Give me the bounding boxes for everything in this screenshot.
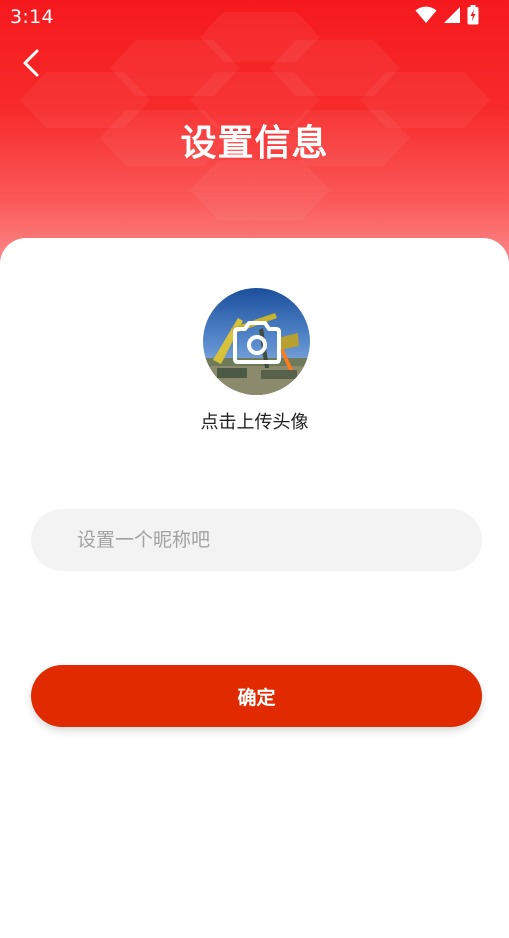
cellular-signal-icon	[443, 6, 461, 28]
avatar-caption: 点击上传头像	[200, 412, 309, 433]
status-time: 3:14	[10, 6, 54, 28]
confirm-button[interactable]: 确定	[31, 665, 482, 727]
nickname-field[interactable]	[31, 509, 482, 571]
header-background: 3:14 设置信息	[0, 0, 509, 270]
wifi-icon	[415, 6, 437, 28]
decor-diamond	[190, 160, 330, 220]
status-bar: 3:14	[0, 0, 509, 34]
battery-charging-icon	[467, 5, 479, 29]
avatar-upload[interactable]	[203, 288, 310, 395]
nickname-input[interactable]	[75, 528, 438, 552]
chevron-left-icon	[21, 48, 41, 82]
back-button[interactable]	[14, 48, 48, 82]
camera-icon	[232, 319, 282, 369]
status-icons	[415, 5, 479, 29]
page-title: 设置信息	[180, 123, 329, 164]
